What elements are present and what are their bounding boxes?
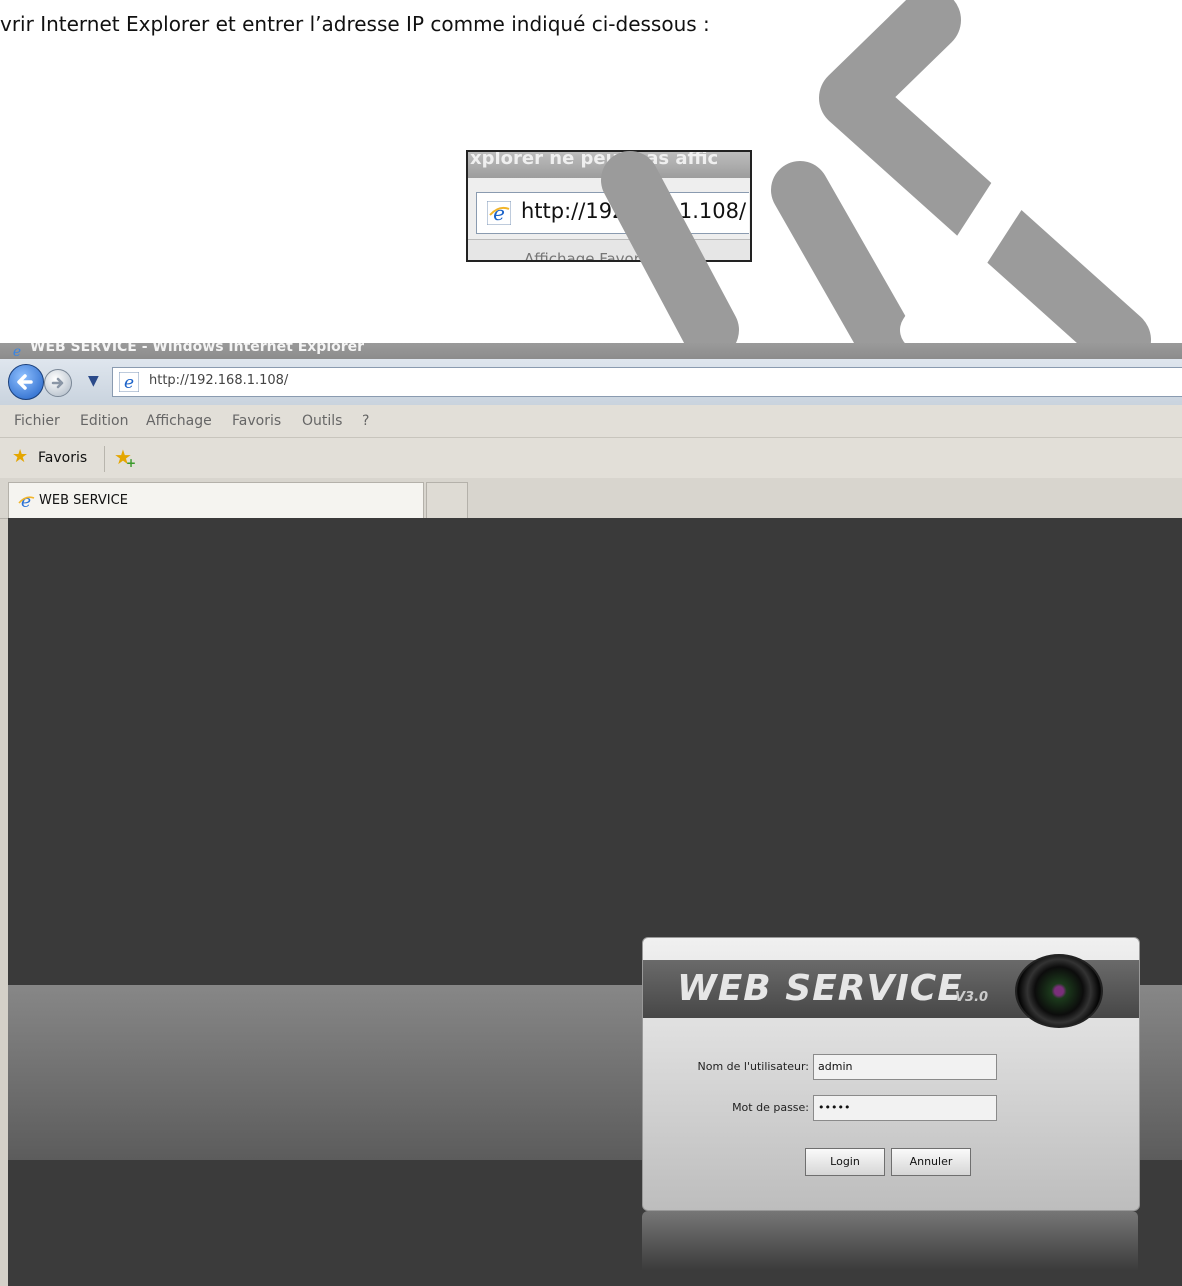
password-label: Mot de passe:: [732, 1101, 809, 1114]
menu-item-outils[interactable]: Outils: [302, 413, 342, 429]
ie-logo-icon: e: [13, 344, 21, 357]
camera-lens-icon: [1015, 954, 1103, 1028]
favorites-star-icon[interactable]: ★: [12, 448, 28, 466]
intro-text: vrir Internet Explorer et entrer l’adres…: [0, 12, 710, 36]
menu-item-edition[interactable]: Edition: [80, 413, 128, 429]
password-value: •••••: [818, 1101, 851, 1114]
svg-text:e: e: [13, 344, 21, 357]
navigation-bar: ▼ e http://192.168.1.108/: [0, 359, 1182, 405]
menu-item-fichier[interactable]: Fichier: [14, 413, 60, 429]
window-title-bar: e WEB SERVICE - Windows Internet Explore…: [0, 343, 1182, 359]
svg-text:e: e: [493, 201, 505, 225]
forward-arrow-icon[interactable]: [44, 369, 72, 397]
menu-item-affichage[interactable]: Affichage: [146, 413, 212, 429]
zoom-menu-fragment: Affichage Favoris: [524, 250, 652, 262]
address-bar-zoom-inset: xplorer ne peut pas affic e http://192.1…: [466, 150, 752, 262]
banner-version: V3.0: [955, 990, 989, 1005]
zoom-address-url: http://192.168.1.108/: [521, 199, 747, 223]
svg-text:e: e: [124, 373, 134, 392]
zoom-title-fragment: xplorer ne peut pas affic: [470, 150, 719, 169]
ie-logo-icon: e: [487, 201, 511, 225]
login-button[interactable]: Login: [805, 1148, 885, 1176]
login-banner: WEB SERVICE V3.0: [643, 954, 1139, 1028]
ie-logo-icon: e: [18, 492, 35, 510]
zoom-menu-fragment-bar: Affichage Favoris: [468, 239, 750, 260]
banner-title: WEB SERVICE: [677, 968, 963, 1009]
zoom-address-field: e http://192.168.1.108/: [476, 192, 749, 234]
menu-item-help[interactable]: ?: [362, 413, 369, 429]
login-panel: WEB SERVICE V3.0 Nom de l'utilisateur: a…: [642, 937, 1140, 1211]
tab-bar: e WEB SERVICE: [0, 478, 1182, 519]
login-panel-reflection: [642, 1211, 1138, 1271]
username-row: Nom de l'utilisateur: admin: [643, 1054, 1139, 1080]
address-bar[interactable]: e http://192.168.1.108/: [112, 367, 1182, 397]
add-favorite-plus-icon: +: [126, 456, 137, 470]
address-url[interactable]: http://192.168.1.108/: [149, 373, 288, 388]
password-row: Mot de passe: •••••: [643, 1095, 1139, 1121]
tab-label: WEB SERVICE: [39, 493, 128, 508]
username-field[interactable]: admin: [813, 1054, 997, 1080]
new-tab-button[interactable]: [426, 482, 468, 519]
username-label: Nom de l'utilisateur:: [697, 1060, 809, 1073]
menu-bar: Fichier Edition Affichage Favoris Outils…: [0, 405, 1182, 438]
password-field[interactable]: •••••: [813, 1095, 997, 1121]
favorites-separator: [104, 446, 105, 472]
history-dropdown-icon[interactable]: ▼: [88, 373, 99, 389]
zoom-title-fragment-bar: xplorer ne peut pas affic: [468, 152, 750, 178]
window-title: WEB SERVICE - Windows Internet Explorer: [30, 343, 365, 355]
ie-browser-window: e WEB SERVICE - Windows Internet Explore…: [0, 343, 1182, 1286]
tab-web-service[interactable]: e WEB SERVICE: [8, 482, 424, 519]
back-arrow-icon[interactable]: [8, 364, 44, 400]
favorites-bar: ★ Favoris ★ +: [0, 438, 1182, 478]
username-value: admin: [818, 1060, 853, 1073]
menu-item-favoris[interactable]: Favoris: [232, 413, 281, 429]
page-content: WEB SERVICE V3.0 Nom de l'utilisateur: a…: [8, 518, 1182, 1286]
favorites-button-label[interactable]: Favoris: [38, 450, 87, 466]
ie-logo-icon: e: [119, 372, 139, 392]
svg-text:e: e: [21, 492, 31, 510]
cancel-button[interactable]: Annuler: [891, 1148, 971, 1176]
